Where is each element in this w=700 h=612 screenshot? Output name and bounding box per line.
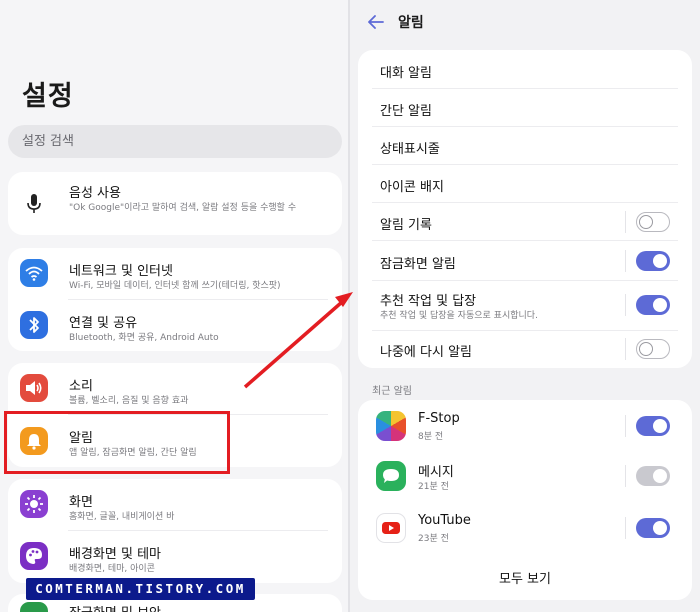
section-label-recent: 최근 알림	[372, 386, 412, 397]
divider	[372, 88, 678, 89]
app-name: 메시지	[418, 465, 454, 480]
settings-panel: 설정 설정 검색 음성 사용 "Ok Google"이라고 말하여 검색, 알람…	[0, 0, 350, 612]
app-name: F-Stop	[418, 411, 460, 426]
voice-card: 음성 사용 "Ok Google"이라고 말하여 검색, 알람 설정 등을 수행…	[8, 172, 342, 235]
settings-item-title: 음성 사용	[69, 186, 121, 201]
settings-item-network[interactable]: 네트워크 및 인터넷 Wi-Fi, 모바일 데이터, 인터넷 함께 쓰기(테더링…	[8, 248, 342, 299]
row-snooze[interactable]: 나중에 다시 알림	[358, 331, 692, 367]
row-label: 나중에 다시 알림	[380, 345, 472, 360]
settings-item-voice[interactable]: 음성 사용 "Ok Google"이라고 말하여 검색, 알람 설정 등을 수행…	[8, 172, 342, 235]
app-time: 23분 전	[418, 534, 449, 544]
divider	[372, 240, 678, 241]
top-bar: 알림	[350, 0, 700, 46]
app-row-messages[interactable]: 메시지 21분 전	[358, 451, 692, 501]
settings-item-subtitle: Wi-Fi, 모바일 데이터, 인터넷 함께 쓰기(테더링, 핫스팟)	[69, 281, 281, 291]
settings-item-sound[interactable]: 소리 볼륨, 벨소리, 음질 및 음향 효과	[8, 363, 342, 414]
brightness-icon	[20, 490, 48, 518]
vertical-divider	[625, 211, 626, 233]
vertical-divider	[625, 415, 626, 437]
divider	[372, 126, 678, 127]
settings-item-subtitle: "Ok Google"이라고 말하여 검색, 알람 설정 등을 수행할 수	[69, 203, 297, 213]
settings-item-title: 소리	[69, 379, 93, 394]
vertical-divider	[625, 338, 626, 360]
row-status-bar[interactable]: 상태표시줄	[358, 128, 692, 164]
lockscreen-notifications-toggle[interactable]	[636, 251, 670, 271]
highlight-box	[4, 411, 230, 474]
vertical-divider	[625, 517, 626, 539]
settings-item-subtitle: 배경화면, 테마, 아이콘	[69, 564, 155, 574]
vertical-divider	[625, 294, 626, 316]
row-notification-history[interactable]: 알림 기록	[358, 204, 692, 240]
row-suggested-actions[interactable]: 추천 작업 및 답장 추천 작업 및 답장을 자동으로 표시합니다.	[358, 282, 692, 330]
settings-item-title: 배경화면 및 테마	[69, 547, 161, 562]
page-title: 알림	[398, 15, 424, 31]
notifications-panel: 알림 대화 알림 간단 알림 상태표시줄 아이콘 배지 알림 기록 잠금화면 알…	[350, 0, 700, 612]
lock-icon	[20, 602, 48, 612]
messages-app-icon	[376, 461, 406, 491]
snooze-toggle[interactable]	[636, 339, 670, 359]
row-label: 아이콘 배지	[380, 180, 444, 195]
fstop-toggle[interactable]	[636, 416, 670, 436]
mic-icon	[20, 190, 48, 218]
divider	[372, 202, 678, 203]
search-input[interactable]: 설정 검색	[8, 125, 342, 158]
settings-item-title: 화면	[69, 495, 93, 510]
row-label: 상태표시줄	[380, 142, 440, 157]
settings-item-title: 네트워크 및 인터넷	[69, 264, 173, 279]
page-title: 설정	[22, 81, 74, 112]
bluetooth-icon	[20, 311, 48, 339]
settings-item-subtitle: Bluetooth, 화면 공유, Android Auto	[69, 333, 219, 343]
fstop-app-icon	[376, 411, 406, 441]
row-label: 잠금화면 알림	[380, 257, 456, 272]
settings-item-subtitle: 볼륨, 벨소리, 음질 및 음향 효과	[69, 396, 189, 406]
wifi-icon	[20, 259, 48, 287]
speaker-icon	[20, 374, 48, 402]
app-name: YouTube	[418, 513, 471, 528]
row-conversation-notifications[interactable]: 대화 알림	[358, 52, 692, 88]
back-arrow-icon[interactable]	[366, 12, 386, 32]
notification-settings-card: 대화 알림 간단 알림 상태표시줄 아이콘 배지 알림 기록 잠금화면 알림 추…	[358, 50, 692, 368]
app-row-youtube[interactable]: YouTube 23분 전	[358, 503, 692, 553]
settings-item-connection[interactable]: 연결 및 공유 Bluetooth, 화면 공유, Android Auto	[8, 300, 342, 351]
app-time: 8분 전	[418, 432, 444, 442]
divider	[372, 164, 678, 165]
notification-history-toggle[interactable]	[636, 212, 670, 232]
network-card: 네트워크 및 인터넷 Wi-Fi, 모바일 데이터, 인터넷 함께 쓰기(테더링…	[8, 248, 342, 351]
settings-item-title: 잠금화면 및 보안	[69, 602, 161, 612]
row-label: 알림 기록	[380, 218, 432, 233]
see-all-button[interactable]: 모두 보기	[350, 568, 700, 587]
palette-icon	[20, 542, 48, 570]
display-card: 화면 홈화면, 글꼴, 내비게이션 바 배경화면 및 테마 배경화면, 테마, …	[8, 479, 342, 583]
messages-toggle[interactable]	[636, 466, 670, 486]
row-simple-notifications[interactable]: 간단 알림	[358, 90, 692, 126]
youtube-toggle[interactable]	[636, 518, 670, 538]
suggested-actions-toggle[interactable]	[636, 295, 670, 315]
row-label: 대화 알림	[380, 66, 432, 81]
settings-item-title: 연결 및 공유	[69, 316, 138, 331]
divider	[372, 280, 678, 281]
app-time: 21분 전	[418, 482, 449, 492]
settings-item-wallpaper[interactable]: 배경화면 및 테마 배경화면, 테마, 아이콘	[8, 531, 342, 583]
watermark: COMTERMAN.TISTORY.COM	[26, 578, 255, 600]
vertical-divider	[625, 465, 626, 487]
row-lockscreen-notifications[interactable]: 잠금화면 알림	[358, 243, 692, 279]
settings-item-subtitle: 홈화면, 글꼴, 내비게이션 바	[69, 512, 175, 522]
row-icon-badge[interactable]: 아이콘 배지	[358, 166, 692, 202]
app-row-fstop[interactable]: F-Stop 8분 전	[358, 401, 692, 451]
settings-item-display[interactable]: 화면 홈화면, 글꼴, 내비게이션 바	[8, 479, 342, 530]
row-sublabel: 추천 작업 및 답장을 자동으로 표시합니다.	[380, 311, 538, 321]
youtube-app-icon	[376, 513, 406, 543]
vertical-divider	[625, 250, 626, 272]
row-label: 간단 알림	[380, 104, 432, 119]
row-label: 추천 작업 및 답장	[380, 294, 477, 309]
